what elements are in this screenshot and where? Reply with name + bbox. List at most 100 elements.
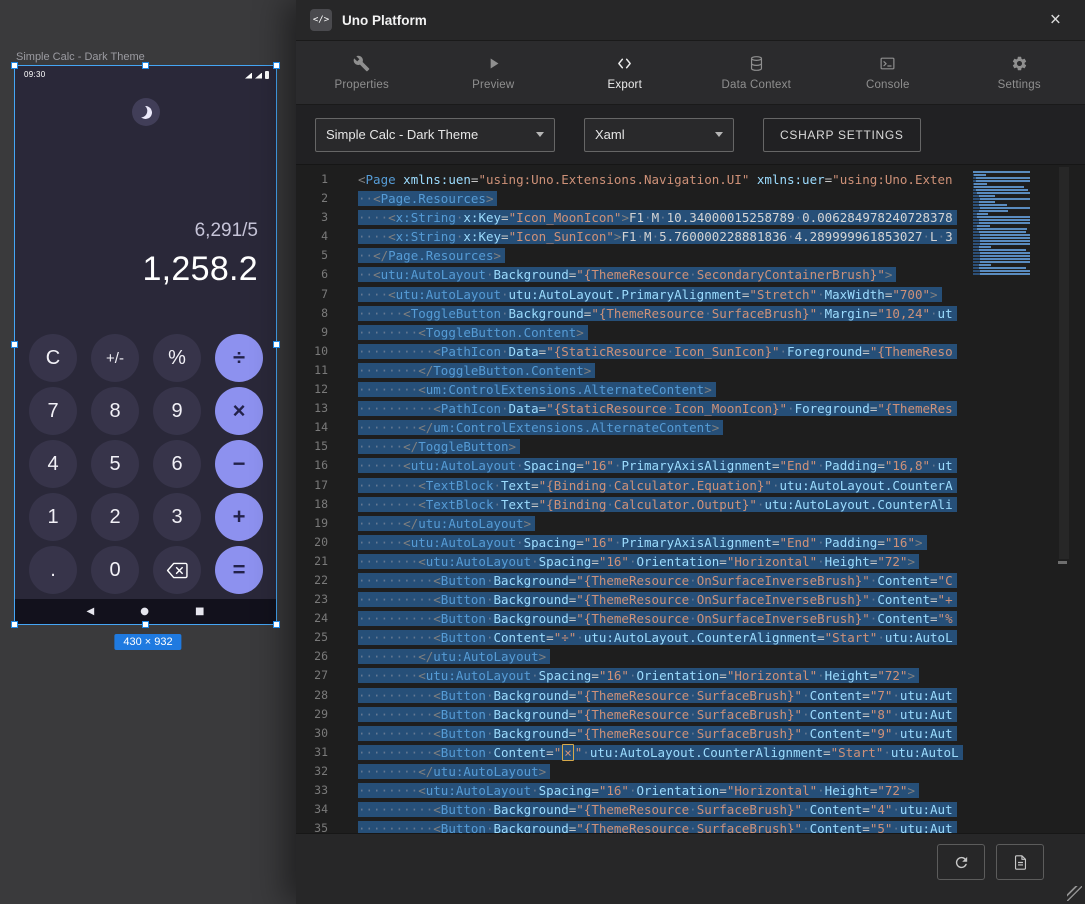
code-line[interactable]: <Page xmlns:uen="using:Uno.Extensions.Na… <box>358 170 973 189</box>
code-line[interactable]: ··········<Button·Background="{ThemeReso… <box>358 590 973 609</box>
chevron-down-icon <box>715 132 723 137</box>
code-line[interactable]: ··········<Button·Background="{ThemeReso… <box>358 800 973 819</box>
code-line[interactable]: ··········<Button·Content="÷"·utu:AutoLa… <box>358 628 973 647</box>
calc-key-+[interactable]: + <box>215 493 263 541</box>
theme-toggle-button[interactable] <box>132 98 160 126</box>
export-file-button[interactable] <box>996 844 1044 880</box>
code-line[interactable]: ··········<PathIcon·Data="{StaticResourc… <box>358 342 973 361</box>
calc-key-8[interactable]: 8 <box>91 387 139 435</box>
code-line[interactable]: ········<TextBlock·Text="{Binding·Calcul… <box>358 476 973 495</box>
selection-handle[interactable] <box>273 621 280 628</box>
calc-key-9[interactable]: 9 <box>153 387 201 435</box>
calc-key-.[interactable]: . <box>29 546 77 594</box>
calc-key-backspace[interactable] <box>153 546 201 594</box>
calc-key-4[interactable]: 4 <box>29 440 77 488</box>
selection-handle[interactable] <box>11 621 18 628</box>
selection-handle[interactable] <box>273 341 280 348</box>
close-button[interactable]: × <box>1048 9 1063 32</box>
code-line[interactable]: ····<x:String·x:Key="Icon_SunIcon">F1·M·… <box>358 227 973 246</box>
code-line[interactable]: ····<x:String·x:Key="Icon_MoonIcon">F1·M… <box>358 208 973 227</box>
tab-settings[interactable]: Settings <box>954 41 1085 104</box>
vertical-scrollbar[interactable] <box>1057 165 1085 833</box>
code-editor[interactable]: 1234567891011121314151617181920212223242… <box>296 165 1085 833</box>
calc-key-%[interactable]: % <box>153 334 201 382</box>
code-line[interactable]: ··········<Button·Content="×"·utu:AutoLa… <box>358 743 973 762</box>
calc-key-×[interactable]: × <box>215 387 263 435</box>
recents-icon[interactable]: ■ <box>195 599 204 624</box>
refresh-button[interactable] <box>937 844 985 880</box>
tab-label: Properties <box>335 79 389 91</box>
code-line[interactable]: ··········<Button·Background="{ThemeReso… <box>358 705 973 724</box>
tab-export[interactable]: Export <box>559 41 691 104</box>
code-line[interactable]: ····<utu:AutoLayout·utu:AutoLayout.Prima… <box>358 285 973 304</box>
calc-key-7[interactable]: 7 <box>29 387 77 435</box>
scrollbar-thumb[interactable] <box>1059 167 1069 559</box>
status-icons <box>245 71 269 79</box>
code-line[interactable]: ··<utu:AutoLayout·Background="{ThemeReso… <box>358 265 973 284</box>
code-line[interactable]: ······<utu:AutoLayout·Spacing="16"·Prima… <box>358 456 973 475</box>
code-line[interactable]: ········</utu:AutoLayout> <box>358 647 973 666</box>
calc-key-C[interactable]: C <box>29 334 77 382</box>
minimap[interactable] <box>973 165 1057 833</box>
calc-key-2[interactable]: 2 <box>91 493 139 541</box>
selection-handle[interactable] <box>273 62 280 69</box>
calc-key-=[interactable]: = <box>215 546 263 594</box>
code-line[interactable]: ······<ToggleButton·Background="{ThemeRe… <box>358 304 973 323</box>
code-line[interactable]: ··········<PathIcon·Data="{StaticResourc… <box>358 399 973 418</box>
selection-handle[interactable] <box>11 341 18 348</box>
console-icon <box>879 55 896 73</box>
code-line[interactable]: ········<utu:AutoLayout·Spacing="16"·Ori… <box>358 666 973 685</box>
code-line[interactable]: ··········<Button·Background="{ThemeReso… <box>358 571 973 590</box>
code-line[interactable]: ······<utu:AutoLayout·Spacing="16"·Prima… <box>358 533 973 552</box>
code-line[interactable]: ········<TextBlock·Text="{Binding·Calcul… <box>358 495 973 514</box>
page-selector-value: Simple Calc - Dark Theme <box>326 127 478 142</box>
moon-icon <box>137 104 153 120</box>
code-line[interactable]: ········</ToggleButton.Content> <box>358 361 973 380</box>
code-line[interactable]: ········<ToggleButton.Content> <box>358 323 973 342</box>
tab-preview[interactable]: Preview <box>428 41 560 104</box>
line-numbers: 1234567891011121314151617181920212223242… <box>296 165 340 833</box>
code-line[interactable]: ········</um:ControlExtensions.Alternate… <box>358 418 973 437</box>
code-line[interactable]: ······</ToggleButton> <box>358 437 973 456</box>
code-line[interactable]: ··········<Button·Background="{ThemeReso… <box>358 686 973 705</box>
selection-handle[interactable] <box>142 62 149 69</box>
code-line[interactable]: ··</Page.Resources> <box>358 246 973 265</box>
page-selector[interactable]: Simple Calc - Dark Theme <box>315 118 555 152</box>
phone-artboard[interactable]: 09:30 6,291/5 1,258.2 C+/-%÷789×456−123+… <box>14 65 277 625</box>
calc-key-3[interactable]: 3 <box>153 493 201 541</box>
format-selector[interactable]: Xaml <box>584 118 734 152</box>
selection-handle[interactable] <box>11 62 18 69</box>
export-toolbar: Simple Calc - Dark Theme Xaml CSHARP SET… <box>296 105 1085 165</box>
calc-key-5[interactable]: 5 <box>91 440 139 488</box>
code-line[interactable]: ··<Page.Resources> <box>358 189 973 208</box>
code-icon <box>616 55 633 73</box>
design-canvas[interactable]: Simple Calc - Dark Theme 09:30 <box>0 0 296 904</box>
tab-properties[interactable]: Properties <box>296 41 428 104</box>
calc-key-1[interactable]: 1 <box>29 493 77 541</box>
play-icon <box>485 55 502 73</box>
code-line[interactable]: ········<um:ControlExtensions.AlternateC… <box>358 380 973 399</box>
csharp-settings-button[interactable]: CSHARP SETTINGS <box>763 118 921 152</box>
code-line[interactable]: ······</utu:AutoLayout> <box>358 514 973 533</box>
code-line[interactable]: ········<utu:AutoLayout·Spacing="16"·Ori… <box>358 552 973 571</box>
code-line[interactable]: ········<utu:AutoLayout·Spacing="16"·Ori… <box>358 781 973 800</box>
calc-key-+/-[interactable]: +/- <box>91 334 139 382</box>
resize-grip[interactable] <box>1067 886 1082 901</box>
phone-status-bar: 09:30 <box>24 70 269 79</box>
code-line[interactable]: ········</utu:AutoLayout> <box>358 762 973 781</box>
calc-key-6[interactable]: 6 <box>153 440 201 488</box>
code-lines[interactable]: <Page xmlns:uen="using:Uno.Extensions.Na… <box>340 165 973 833</box>
code-line[interactable]: ··········<Button·Background="{ThemeReso… <box>358 724 973 743</box>
calc-key-−[interactable]: − <box>215 440 263 488</box>
back-icon[interactable]: ◀ <box>87 599 95 624</box>
selection-handle[interactable] <box>142 621 149 628</box>
tab-console[interactable]: Console <box>822 41 954 104</box>
code-line[interactable]: ··········<Button·Background="{ThemeReso… <box>358 609 973 628</box>
calc-key-÷[interactable]: ÷ <box>215 334 263 382</box>
tab-data-context[interactable]: Data Context <box>691 41 823 104</box>
calc-key-0[interactable]: 0 <box>91 546 139 594</box>
tab-bar: Properties Preview Export Data Context <box>296 41 1085 105</box>
overview-ruler-marker <box>1058 561 1067 564</box>
artboard-label: Simple Calc - Dark Theme <box>16 51 145 63</box>
code-line[interactable]: ··········<Button·Background="{ThemeReso… <box>358 819 973 833</box>
